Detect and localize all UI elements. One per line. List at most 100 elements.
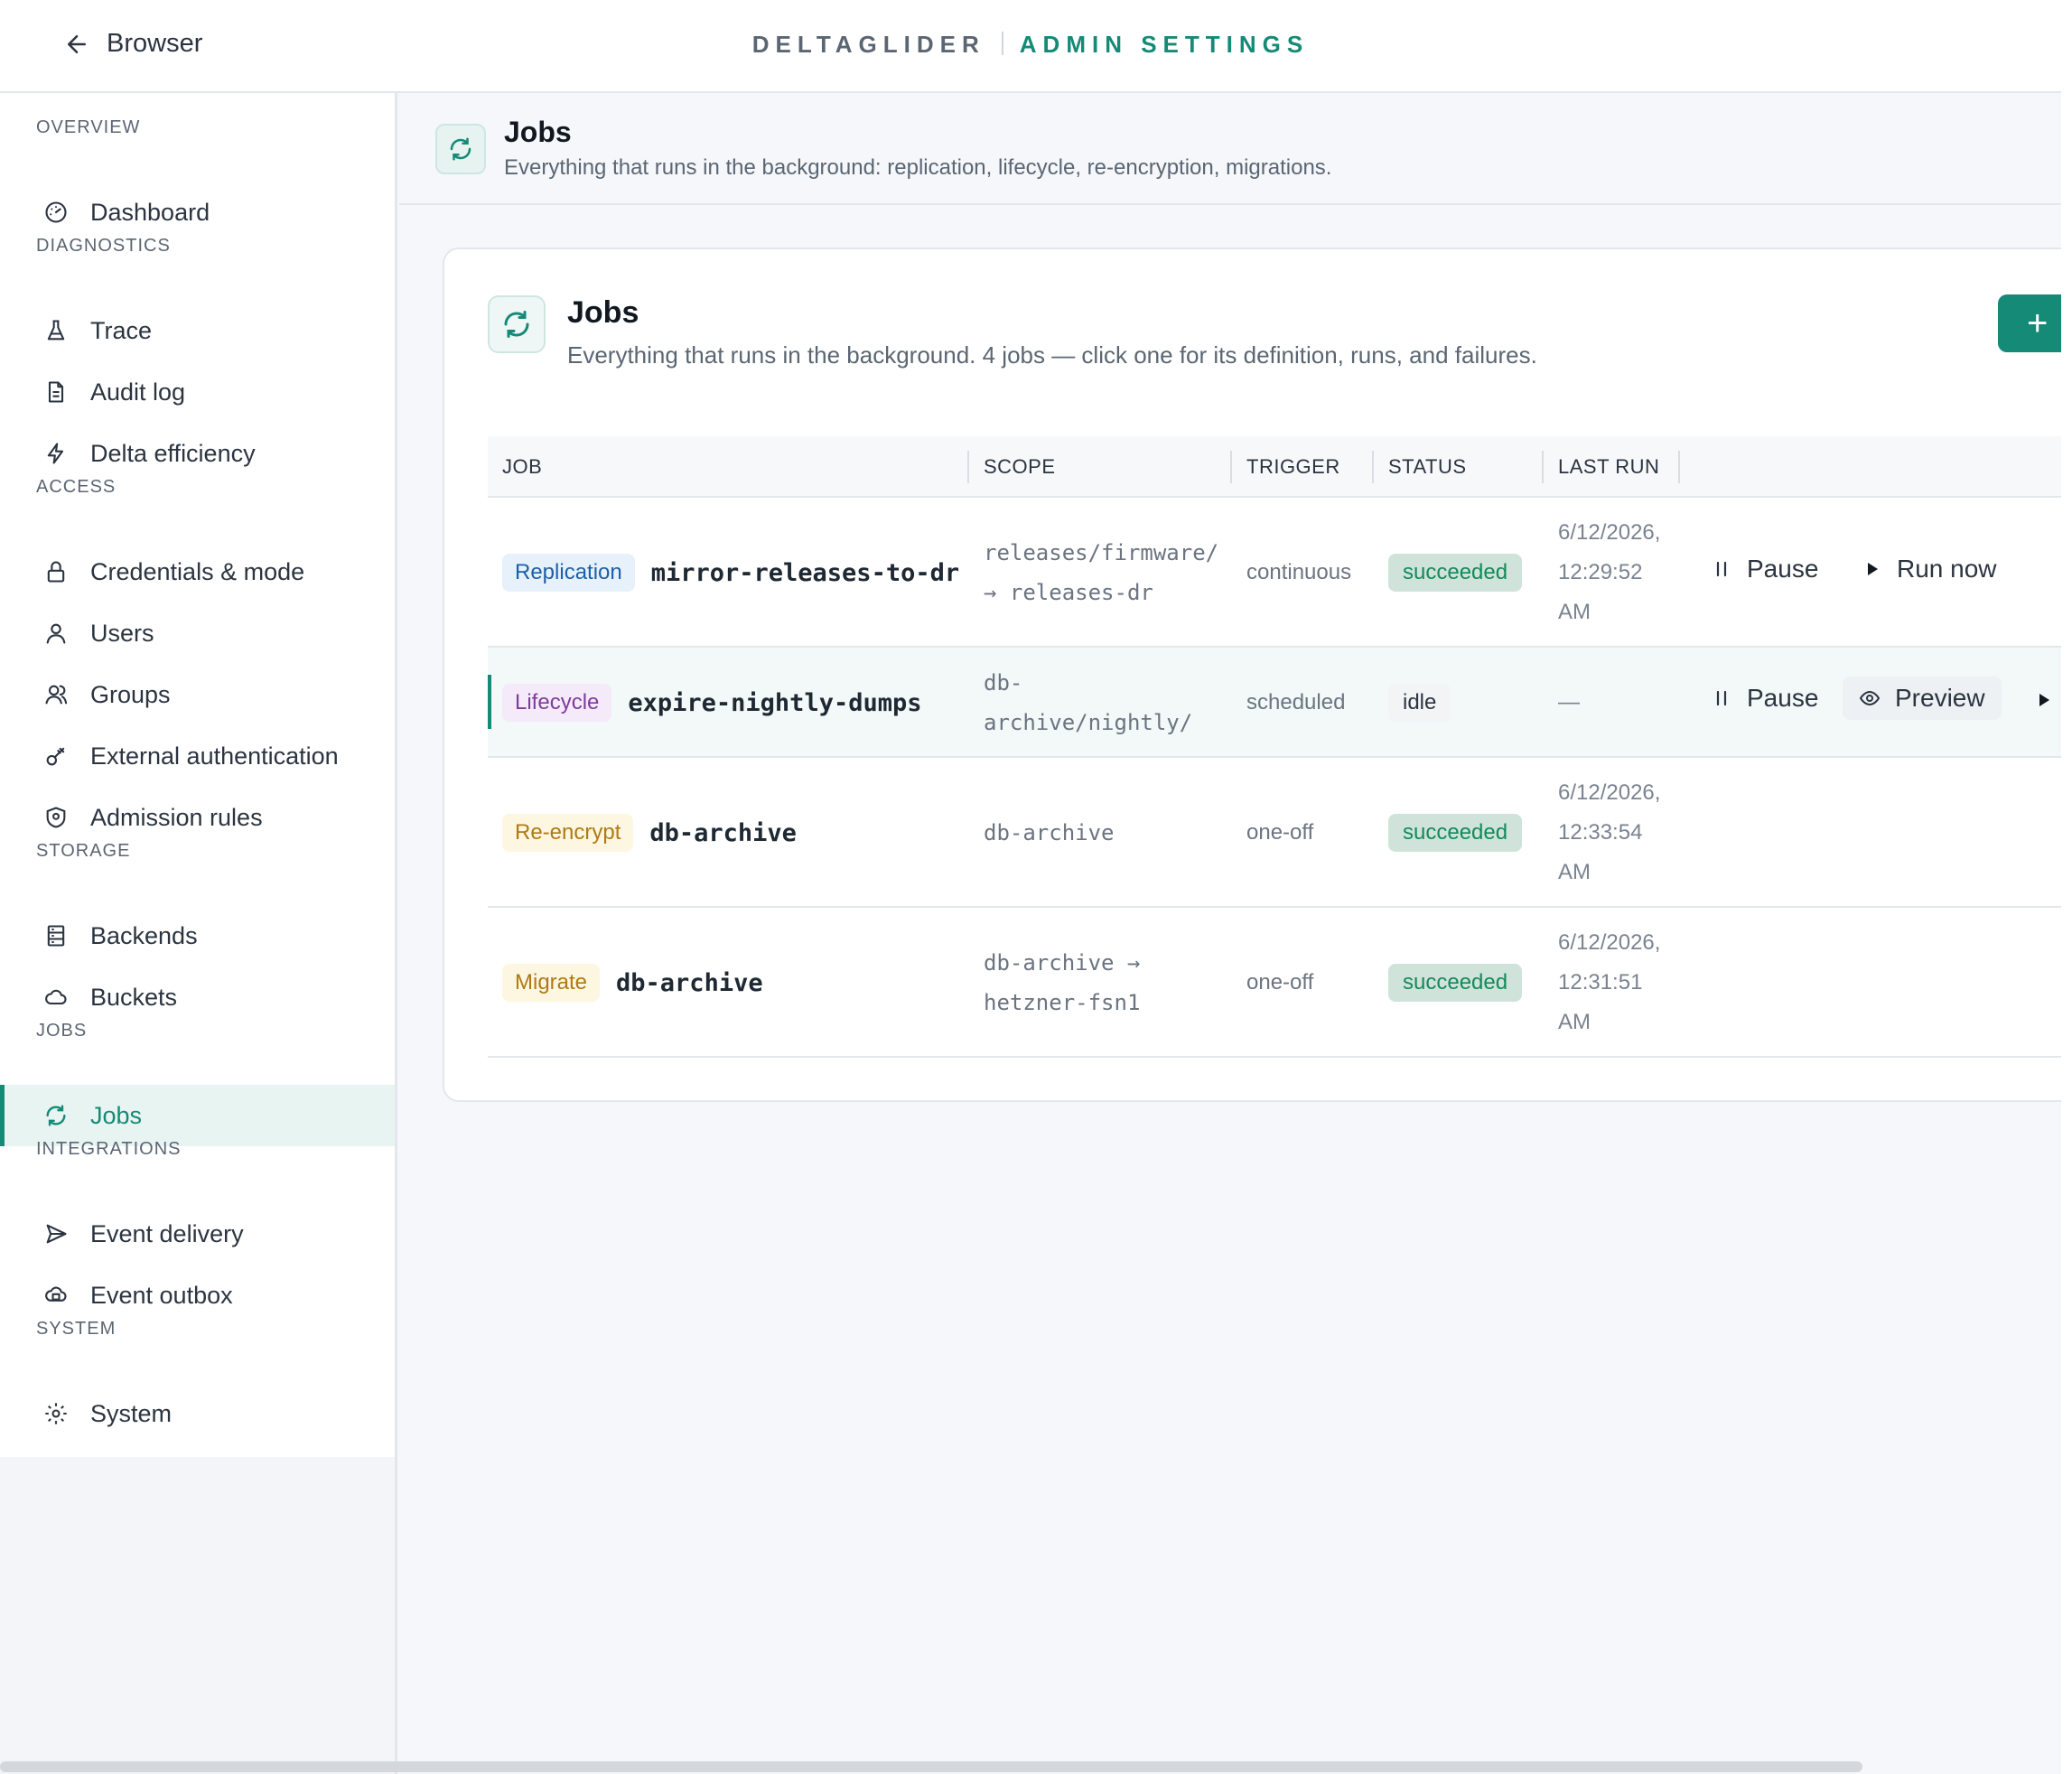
table-row[interactable]: Re-encrypt db-archive db-archive one-off… xyxy=(488,758,2061,908)
last-run-date: 6/12/2026, xyxy=(1558,520,1661,545)
user-icon xyxy=(46,623,66,644)
column-header-job[interactable]: JOB xyxy=(502,436,542,498)
column-divider xyxy=(1372,451,1374,483)
sidebar-item-event-delivery[interactable]: Event delivery xyxy=(0,1203,395,1265)
sidebar-section-storage: STORAGE xyxy=(36,841,131,861)
vertical-scrollbar-track[interactable] xyxy=(2061,0,2072,1774)
last-run-date: — xyxy=(1558,690,1580,714)
sidebar-item-admission-rules[interactable]: Admission rules xyxy=(0,787,395,848)
job-scope-target: hetzner-fsn1 xyxy=(984,990,1141,1015)
top-bar: Browser DELTAGLIDER ADMIN SETTINGS xyxy=(0,0,2061,93)
run-now-button[interactable]: Run now xyxy=(1861,555,1997,584)
column-header-last-run[interactable]: LAST RUN xyxy=(1558,436,1659,498)
job-kind-badge: Migrate xyxy=(502,964,601,1002)
sidebar-item-groups[interactable]: Groups xyxy=(0,664,395,725)
brand-section: ADMIN SETTINGS xyxy=(1019,31,1310,58)
sidebar-item-label: Buckets xyxy=(90,983,178,1011)
sidebar-section-overview: OVERVIEW xyxy=(36,117,141,137)
column-divider xyxy=(967,451,969,483)
status-badge: succeeded xyxy=(1388,554,1523,592)
run-now-label: Run now xyxy=(1897,555,1997,583)
sidebar-item-label: Event outbox xyxy=(90,1281,233,1309)
column-header-scope[interactable]: SCOPE xyxy=(984,436,1056,498)
job-scope: db-archive → xyxy=(984,950,1141,976)
column-header-status[interactable]: STATUS xyxy=(1388,436,1467,498)
brand-title: DELTAGLIDER ADMIN SETTINGS xyxy=(0,31,2061,59)
pause-button[interactable]: Pause xyxy=(1711,684,1818,713)
sidebar-item-backends[interactable]: Backends xyxy=(0,905,395,966)
sidebar-item-label: Backends xyxy=(90,921,198,949)
sidebar-item-label: Jobs xyxy=(90,1101,143,1129)
job-trigger: scheduled xyxy=(1246,690,1346,714)
send-icon xyxy=(46,1224,67,1244)
sidebar-item-delta-efficiency[interactable]: Delta efficiency xyxy=(0,423,395,484)
job-scope: db-archive xyxy=(984,820,1115,845)
server-icon xyxy=(47,925,65,947)
sidebar-item-jobs[interactable]: Jobs xyxy=(0,1085,395,1146)
table-row[interactable]: Replication mirror-releases-to-dr releas… xyxy=(488,498,2061,648)
last-run-meridiem: AM xyxy=(1558,600,1591,624)
sidebar-item-audit-log[interactable]: Audit log xyxy=(0,361,395,423)
sidebar-item-event-outbox[interactable]: Event outbox xyxy=(0,1265,395,1326)
status-badge: succeeded xyxy=(1388,814,1523,852)
job-kind-badge: Re-encrypt xyxy=(502,814,634,852)
status-badge: idle xyxy=(1388,684,1451,722)
sidebar-item-system[interactable]: System xyxy=(0,1383,395,1444)
users-icon xyxy=(45,685,68,705)
refresh-icon xyxy=(450,137,471,161)
sidebar: OVERVIEW Dashboard DIAGNOSTICS Trace Aud… xyxy=(0,93,397,1457)
pause-label: Pause xyxy=(1747,684,1819,712)
sidebar-item-label: Users xyxy=(90,619,154,647)
sidebar-item-users[interactable]: Users xyxy=(0,602,395,664)
job-trigger: one-off xyxy=(1246,970,1314,994)
preview-button[interactable]: Preview xyxy=(1843,677,2002,720)
sidebar-item-label: Event delivery xyxy=(90,1219,244,1247)
run-now-button[interactable] xyxy=(2032,689,2054,711)
sidebar-footer-area xyxy=(0,1457,397,1774)
horizontal-scrollbar[interactable] xyxy=(0,1761,1862,1772)
brand-name: DELTAGLIDER xyxy=(751,31,985,58)
job-name[interactable]: db-archive xyxy=(616,969,763,997)
play-icon xyxy=(1868,563,1878,575)
sidebar-item-credentials[interactable]: Credentials & mode xyxy=(0,541,395,602)
sidebar-item-label: External authentication xyxy=(90,742,339,770)
sidebar-item-trace[interactable]: Trace xyxy=(0,300,395,361)
sidebar-item-external-auth[interactable]: External authentication xyxy=(0,725,395,787)
table-row[interactable]: Migrate db-archive db-archive → hetzner-… xyxy=(488,908,2061,1058)
shield-icon xyxy=(46,807,66,828)
status-badge: succeeded xyxy=(1388,964,1523,1002)
job-name[interactable]: mirror-releases-to-dr xyxy=(651,559,959,587)
last-run-time: 12:29:52 xyxy=(1558,560,1643,584)
sidebar-item-label: Admission rules xyxy=(90,803,263,831)
table-header: JOB SCOPE TRIGGER STATUS LAST RUN xyxy=(488,436,2061,498)
brand-divider xyxy=(1001,32,1003,55)
last-run-date: 6/12/2026, xyxy=(1558,930,1661,955)
flask-icon xyxy=(47,320,65,341)
pause-icon xyxy=(1716,690,1727,706)
document-icon xyxy=(48,381,64,403)
card-icon xyxy=(488,295,546,353)
play-icon xyxy=(2039,694,2049,706)
sidebar-item-label: System xyxy=(90,1399,173,1427)
bolt-icon xyxy=(47,443,64,464)
sidebar-item-dashboard[interactable]: Dashboard xyxy=(0,182,395,243)
page-subtitle: Everything that runs in the background: … xyxy=(504,155,1332,180)
job-kind-badge: Replication xyxy=(502,554,635,592)
sidebar-item-label: Groups xyxy=(90,680,171,708)
sidebar-item-label: Trace xyxy=(90,316,153,344)
page-header xyxy=(399,93,2061,205)
last-run-date: 6/12/2026, xyxy=(1558,780,1661,805)
lock-icon xyxy=(47,561,65,583)
eye-icon xyxy=(1859,690,1881,706)
job-name[interactable]: expire-nightly-dumps xyxy=(628,689,921,717)
pause-icon xyxy=(1716,561,1727,577)
job-name[interactable]: db-archive xyxy=(649,819,797,847)
sidebar-item-buckets[interactable]: Buckets xyxy=(0,966,395,1028)
pause-button[interactable]: Pause xyxy=(1711,555,1818,584)
sidebar-section-system: SYSTEM xyxy=(36,1319,117,1339)
column-header-trigger[interactable]: TRIGGER xyxy=(1246,436,1340,498)
job-scope-target: → releases-dr xyxy=(984,580,1153,605)
sidebar-section-access: ACCESS xyxy=(36,477,117,497)
column-divider xyxy=(1542,451,1544,483)
table-row[interactable]: Lifecycle expire-nightly-dumps db- archi… xyxy=(488,648,2061,758)
